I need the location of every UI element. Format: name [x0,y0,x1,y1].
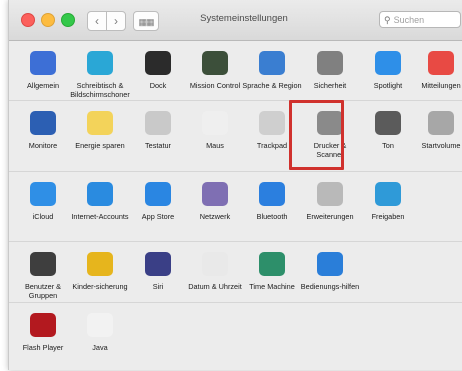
pref-pane-label: Dock [149,81,167,90]
pref-pane-label: Time Machine [249,282,295,291]
icloud-icon [30,182,56,206]
bluetooth-icon [259,182,285,206]
energy-saver-icon [87,111,113,135]
date-time-icon [202,252,228,276]
pref-pane-label: Netzwerk [199,212,231,221]
pref-pane-label: Mitteilungen [421,81,461,90]
highlight-box [289,100,344,170]
language-region-icon [259,51,285,75]
spotlight-icon [375,51,401,75]
dock-icon [145,51,171,75]
pref-pane-dock[interactable]: Dock [128,51,188,90]
search-field[interactable]: ⚲ Suchen [379,11,461,28]
section-2: Monitore Energie sparen Testatur Maus Trackp… [9,100,462,172]
pref-pane-label: Startvolume [421,141,461,150]
title-bar: ‹ › ▦▦ Systemeinstellungen ⚲ Suchen [9,0,462,41]
system-preferences-window: ‹ › ▦▦ Systemeinstellungen ⚲ Suchen Allge… [8,0,462,370]
java-icon [87,313,113,337]
pref-pane-label: Datum & Uhrzeit [188,282,242,291]
pref-pane-label: Bedienungs-hilfen [300,282,360,291]
pref-pane-date-time[interactable]: Datum & Uhrzeit [185,252,245,291]
pref-pane-flash-player[interactable]: Flash Player [13,313,73,352]
mission-control-icon [202,51,228,75]
extensions-icon [317,182,343,206]
pref-pane-label: iCloud [32,212,54,221]
pref-pane-mouse[interactable]: Maus [185,111,245,150]
mouse-icon [202,111,228,135]
pref-pane-language-region[interactable]: Sprache & Region [242,51,302,90]
pref-pane-energy-saver[interactable]: Energie sparen [70,111,130,150]
pref-pane-icloud[interactable]: iCloud [13,182,73,221]
pref-pane-label: Benutzer & Gruppen [24,282,62,300]
pref-pane-label: Sicherheit [313,81,347,90]
pref-pane-label: Monitore [28,141,58,150]
trackpad-icon [259,111,285,135]
pref-pane-label: Erweiterungen [306,212,354,221]
pref-pane-security[interactable]: Sicherheit [300,51,360,90]
app-store-icon [145,182,171,206]
notifications-icon [428,51,454,75]
users-groups-icon [30,252,56,276]
pref-pane-bluetooth[interactable]: Bluetooth [242,182,302,221]
pref-pane-label: Freigaben [371,212,405,221]
pref-pane-label: Maus [206,141,224,150]
network-icon [202,182,228,206]
pref-pane-notifications[interactable]: Mitteilungen [411,51,462,90]
pref-pane-label: Flash Player [22,343,64,352]
pref-pane-accessibility[interactable]: Bedienungs-hilfen [300,252,360,291]
pref-pane-label: Kinder-sicherung [72,282,128,291]
pref-pane-label: Bluetooth [256,212,288,221]
pref-pane-app-store[interactable]: App Store [128,182,188,221]
displays-icon [30,111,56,135]
pref-pane-sharing[interactable]: Freigaben [358,182,418,221]
sound-icon [375,111,401,135]
pref-pane-java[interactable]: Java [70,313,130,352]
internet-accounts-icon [87,182,113,206]
pref-pane-desktop[interactable]: Schreibtisch & Bildschirmschoner [70,51,130,99]
pref-pane-startup-disk[interactable]: Startvolume [411,111,462,150]
search-icon: ⚲ [384,15,391,25]
pref-pane-displays[interactable]: Monitore [13,111,73,150]
pref-pane-parental-controls[interactable]: Kinder-sicherung [70,252,130,291]
pref-pane-time-machine[interactable]: Time Machine [242,252,302,291]
pref-pane-sound[interactable]: Ton [358,111,418,150]
search-placeholder: Suchen [393,15,425,25]
pref-pane-mission-control[interactable]: Mission Control [185,51,245,90]
sharing-icon [375,182,401,206]
section-1: Allgemein Schreibtisch & Bildschirmschone… [9,41,462,100]
pref-pane-label: Internet-Accounts [71,212,129,221]
pref-pane-label: App Store [141,212,175,221]
pref-pane-spotlight[interactable]: Spotlight [358,51,418,90]
pref-pane-siri[interactable]: Siri [128,252,188,291]
accessibility-icon [317,252,343,276]
pref-pane-label: Mission Control [189,81,241,90]
pref-pane-users-groups[interactable]: Benutzer & Gruppen [13,252,73,300]
section-5: Flash Player Java [9,302,462,371]
pref-pane-label: Ton [382,141,394,150]
pref-pane-label: Java [92,343,108,352]
flash-player-icon [30,313,56,337]
pref-pane-general[interactable]: Allgemein [13,51,73,90]
pref-pane-label: Allgemein [26,81,60,90]
pref-pane-label: Schreibtisch & Bildschirmschoner [70,81,130,99]
pref-pane-internet-accounts[interactable]: Internet-Accounts [70,182,130,221]
pref-pane-network[interactable]: Netzwerk [185,182,245,221]
pref-pane-label: Siri [152,282,164,291]
pref-pane-extensions[interactable]: Erweiterungen [300,182,360,221]
desktop-icon [87,51,113,75]
section-3: iCloud Internet-Accounts App Store Netzwerk… [9,171,462,242]
pref-pane-label: Spotlight [373,81,403,90]
pref-pane-keyboard[interactable]: Testatur [128,111,188,150]
pref-pane-label: Sprache & Region [242,81,302,90]
parental-controls-icon [87,252,113,276]
siri-icon [145,252,171,276]
keyboard-icon [145,111,171,135]
startup-disk-icon [428,111,454,135]
general-icon [30,51,56,75]
section-4: Benutzer & Gruppen Kinder-sicherung Siri Da… [9,241,462,303]
time-machine-icon [259,252,285,276]
pref-pane-label: Testatur [145,141,171,150]
pref-pane-label: Energie sparen [75,141,125,150]
security-icon [317,51,343,75]
